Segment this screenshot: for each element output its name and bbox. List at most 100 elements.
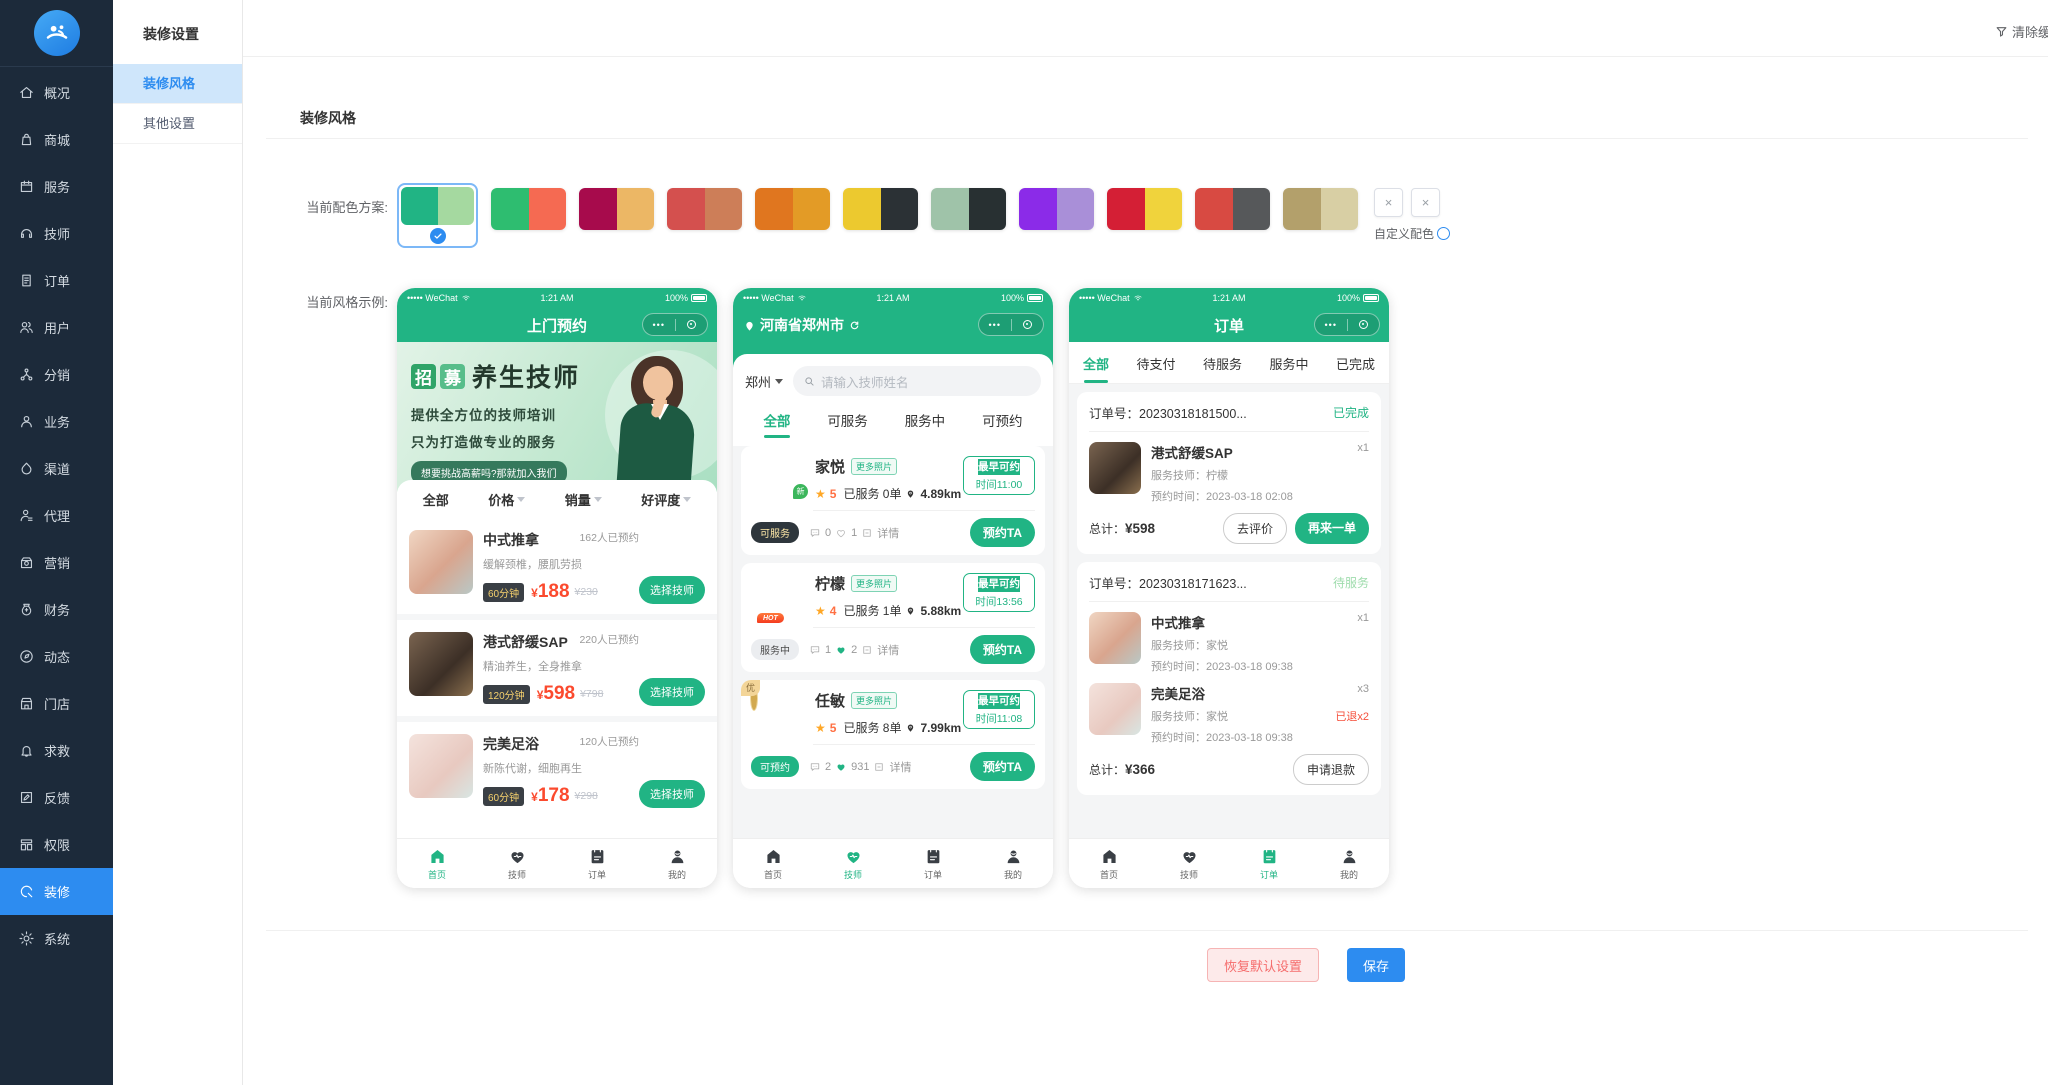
order-action-申请退款[interactable]: 申请退款 (1293, 754, 1369, 785)
tab-订单[interactable]: 订单 (893, 839, 973, 888)
custom-color-radio[interactable] (1437, 227, 1450, 240)
swatch-2[interactable] (579, 188, 654, 230)
detail-label[interactable]: 详情 (877, 642, 899, 658)
tab-技师[interactable]: 技师 (1149, 839, 1229, 888)
tab-订单[interactable]: 订单 (557, 839, 637, 888)
submenu-item-0[interactable]: 装修风格 (113, 64, 242, 104)
wechat-capsule[interactable]: ••• (978, 313, 1044, 336)
detail-label[interactable]: 详情 (889, 759, 911, 775)
swatch-10[interactable] (1283, 188, 1358, 230)
color-pair[interactable] (755, 188, 830, 230)
color-pair[interactable] (491, 188, 566, 230)
pick-technician-button[interactable]: 选择技师 (639, 678, 705, 706)
app-logo[interactable] (34, 10, 80, 56)
color-pair[interactable] (401, 187, 474, 225)
technician-card[interactable]: HOT 柠檬 更多照片 ★ 4 已服务 1单 5.88km (741, 563, 1045, 672)
wechat-capsule[interactable]: ••• (1314, 313, 1380, 336)
restore-defaults-button[interactable]: 恢复默认设置 (1207, 948, 1319, 982)
swatch-5[interactable] (843, 188, 918, 230)
tab-首页[interactable]: 首页 (1069, 839, 1149, 888)
sidebar-item-marketing[interactable]: 营销 (0, 539, 113, 586)
tab-服务中[interactable]: 服务中 (903, 400, 948, 438)
sidebar-item-channel[interactable]: 渠道 (0, 445, 113, 492)
service-card[interactable]: 港式舒缓SAP 220人已预约 精油养生，全身推拿 120分钟 ¥598 ¥79… (397, 620, 717, 716)
pick-technician-button[interactable]: 选择技师 (639, 780, 705, 808)
custom-color-box-2[interactable]: × (1411, 188, 1440, 217)
book-technician-button[interactable]: 预约TA (970, 752, 1035, 781)
filter-全部[interactable]: 全部 (423, 490, 449, 509)
sidebar-item-share[interactable]: 分销 (0, 351, 113, 398)
tab-我的[interactable]: 我的 (973, 839, 1053, 888)
swatch-9[interactable] (1195, 188, 1270, 230)
swatch-7[interactable] (1019, 188, 1094, 230)
tab-我的[interactable]: 我的 (1309, 839, 1389, 888)
color-pair[interactable] (843, 188, 918, 230)
more-photos-badge[interactable]: 更多照片 (851, 458, 897, 475)
custom-color-box-1[interactable]: × (1374, 188, 1403, 217)
tab-全部[interactable]: 全部 (1081, 342, 1111, 383)
technician-search-input[interactable]: 请输入技师姓名 (793, 366, 1041, 396)
service-card[interactable]: 完美足浴 120人已预约 新陈代谢，细胞再生 60分钟 ¥178 ¥298 选择… (397, 722, 717, 818)
clear-cache-button[interactable]: 清除缓存 (1995, 22, 2048, 41)
more-menu-icon[interactable]: ••• (643, 320, 675, 330)
close-circle-icon[interactable] (1348, 320, 1380, 329)
tab-待服务[interactable]: 待服务 (1201, 342, 1244, 383)
swatch-1[interactable] (491, 188, 566, 230)
order-action-去评价[interactable]: 去评价 (1223, 513, 1287, 544)
color-pair[interactable] (1107, 188, 1182, 230)
more-menu-icon[interactable]: ••• (979, 320, 1011, 330)
order-card[interactable]: 订单号：20230318181500... 已完成 港式舒缓SAP x1 服务技… (1077, 392, 1381, 554)
tab-服务中[interactable]: 服务中 (1267, 342, 1310, 383)
color-pair[interactable] (579, 188, 654, 230)
detail-icon[interactable] (873, 761, 885, 773)
tab-订单[interactable]: 订单 (1229, 839, 1309, 888)
sidebar-item-mall[interactable]: 商城 (0, 116, 113, 163)
location-label[interactable]: 河南省郑州市 (760, 315, 844, 335)
detail-icon[interactable] (861, 527, 873, 539)
tab-技师[interactable]: 技师 (477, 839, 557, 888)
tab-我的[interactable]: 我的 (637, 839, 717, 888)
sidebar-item-order[interactable]: 订单 (0, 257, 113, 304)
order-action-再来一单[interactable]: 再来一单 (1295, 513, 1369, 544)
swatch-8[interactable] (1107, 188, 1182, 230)
color-pair[interactable] (667, 188, 742, 230)
recruit-banner[interactable]: 招募 养生技师 提供全方位的技师培训 只为打造做专业的服务 想要挑战高薪吗?那就… (397, 342, 717, 492)
detail-icon[interactable] (861, 644, 873, 656)
save-button[interactable]: 保存 (1347, 948, 1405, 982)
sidebar-item-biz[interactable]: 业务 (0, 398, 113, 445)
sidebar-item-service[interactable]: 服务 (0, 163, 113, 210)
filter-好评度[interactable]: 好评度 (641, 490, 691, 509)
sidebar-item-user[interactable]: 用户 (0, 304, 113, 351)
sidebar-item-store[interactable]: 门店 (0, 680, 113, 727)
more-photos-badge[interactable]: 更多照片 (851, 692, 897, 709)
technician-card[interactable]: 优 任敏 更多照片 ★ 5 已服务 8单 7.99k (741, 680, 1045, 789)
city-select[interactable]: 郑州 (745, 372, 783, 391)
detail-label[interactable]: 详情 (877, 525, 899, 541)
service-card[interactable]: 中式推拿 162人已预约 缓解颈椎，腰肌劳损 60分钟 ¥188 ¥230 选择… (397, 518, 717, 614)
sidebar-item-system[interactable]: 系统 (0, 915, 113, 962)
swatch-3[interactable] (667, 188, 742, 230)
sidebar-item-dynamic[interactable]: 动态 (0, 633, 113, 680)
more-menu-icon[interactable]: ••• (1315, 320, 1347, 330)
sidebar-item-perm[interactable]: 权限 (0, 821, 113, 868)
sidebar-item-tech[interactable]: 技师 (0, 210, 113, 257)
tab-待支付[interactable]: 待支付 (1134, 342, 1177, 383)
wechat-capsule[interactable]: ••• (642, 313, 708, 336)
sidebar-item-home[interactable]: 概况 (0, 69, 113, 116)
book-technician-button[interactable]: 预约TA (970, 635, 1035, 664)
relocate-icon[interactable] (848, 319, 861, 332)
more-photos-badge[interactable]: 更多照片 (851, 575, 897, 592)
tab-可服务[interactable]: 可服务 (825, 400, 870, 438)
swatch-selected[interactable] (397, 183, 478, 248)
sidebar-item-sos[interactable]: 求救 (0, 727, 113, 774)
sidebar-item-feedback[interactable]: 反馈 (0, 774, 113, 821)
tab-可预约[interactable]: 可预约 (980, 400, 1025, 438)
book-technician-button[interactable]: 预约TA (970, 518, 1035, 547)
close-circle-icon[interactable] (1012, 320, 1044, 329)
color-pair[interactable] (1195, 188, 1270, 230)
swatch-4[interactable] (755, 188, 830, 230)
sidebar-item-decorate[interactable]: 装修 (0, 868, 113, 915)
tab-全部[interactable]: 全部 (761, 400, 792, 438)
pick-technician-button[interactable]: 选择技师 (639, 576, 705, 604)
close-circle-icon[interactable] (676, 320, 708, 329)
